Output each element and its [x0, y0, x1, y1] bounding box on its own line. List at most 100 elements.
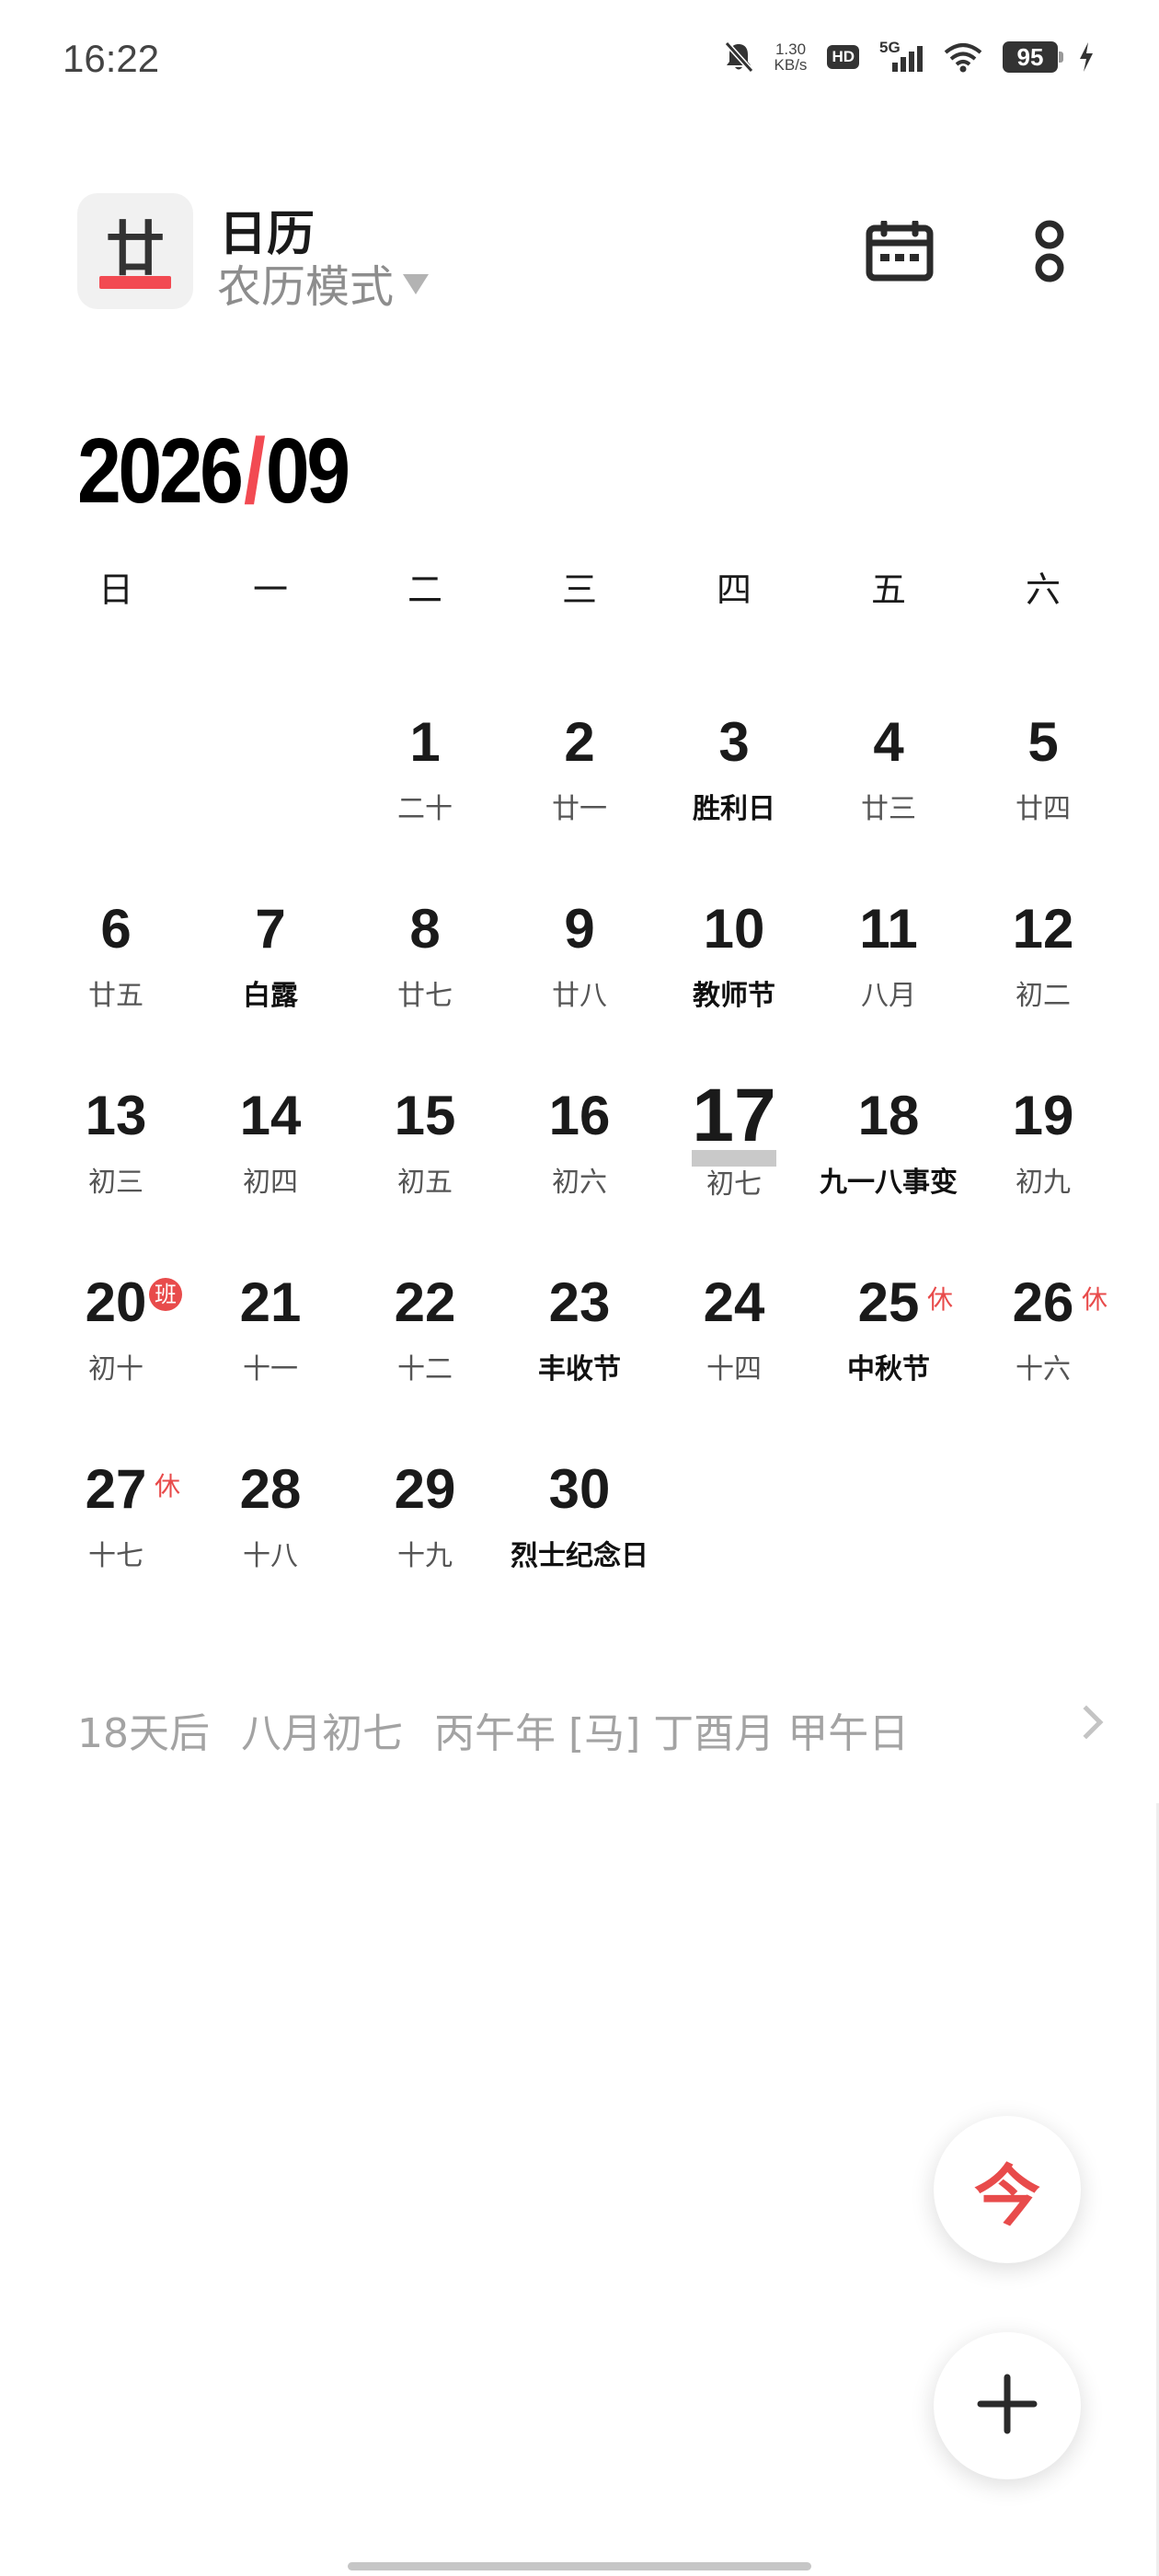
- day-cell[interactable]: 23 丰收节: [502, 1271, 657, 1455]
- festival-label: 烈士纪念日: [511, 1540, 648, 1572]
- holiday-badge: 休: [927, 1284, 954, 1315]
- lunar-date: 初七: [706, 1168, 762, 1201]
- day-number: 9: [564, 898, 595, 960]
- lunar-date: 初四: [243, 1167, 298, 1199]
- lunar-date: 二十: [397, 793, 453, 825]
- day-cell[interactable]: 5 廿四: [966, 710, 1120, 894]
- day-number: 10: [703, 898, 765, 960]
- holiday-badge: 休: [1082, 1284, 1108, 1315]
- lunar-date: 十一: [243, 1353, 298, 1386]
- mode-label: 农历模式: [217, 261, 395, 313]
- day-number: 19: [1012, 1085, 1074, 1146]
- day-cell[interactable]: 7 白露: [193, 897, 348, 1081]
- day-cell[interactable]: 4 廿三: [811, 710, 966, 894]
- weekday-fri: 五: [870, 569, 906, 610]
- today-button[interactable]: 今: [934, 2116, 1081, 2263]
- today-label: 今: [973, 2156, 1040, 2235]
- day-cell[interactable]: 3 胜利日: [657, 710, 811, 894]
- day-cell[interactable]: 30 烈士纪念日: [502, 1457, 657, 1641]
- day-number: 7: [255, 898, 286, 960]
- net-speed: 1.30 KB/s: [775, 41, 808, 73]
- lunar-date: 廿七: [397, 980, 453, 1012]
- more-button[interactable]: [1008, 212, 1091, 294]
- hd-icon: HD: [827, 45, 859, 69]
- net-speed-unit: KB/s: [774, 56, 808, 74]
- weekday-mon: 一: [252, 569, 288, 610]
- lunar-date: 廿八: [552, 980, 607, 1012]
- lunar-date: 十七: [88, 1540, 143, 1572]
- weekday-wed: 三: [561, 569, 597, 610]
- day-cell[interactable]: 19 初九: [966, 1084, 1120, 1268]
- day-cell[interactable]: 2 廿一: [502, 710, 657, 894]
- day-cell[interactable]: 14 初四: [193, 1084, 348, 1268]
- solar-term-label: 白露: [243, 980, 298, 1012]
- wifi-icon: [944, 41, 982, 73]
- day-number: 16: [548, 1085, 611, 1146]
- weekday-sat: 六: [1025, 569, 1061, 610]
- festival-label: 胜利日: [693, 793, 775, 825]
- day-cell[interactable]: 8 廿七: [348, 897, 502, 1081]
- status-time: 16:22: [63, 37, 160, 80]
- day-number: 11: [859, 898, 918, 960]
- month-title[interactable]: 2026/09: [77, 419, 350, 524]
- day-cell[interactable]: 6 廿五: [39, 897, 193, 1081]
- day-cell[interactable]: 20 班 初十: [39, 1271, 193, 1455]
- lunar-date: 十二: [397, 1353, 453, 1386]
- lunar-date-label: 八月初七: [241, 1710, 403, 1757]
- day-cell[interactable]: 13 初三: [39, 1084, 193, 1268]
- day-number: 24: [703, 1271, 765, 1333]
- holiday-badge: 休: [155, 1471, 181, 1501]
- day-cell[interactable]: 15 初五: [348, 1084, 502, 1268]
- day-cell[interactable]: 1 二十: [348, 710, 502, 894]
- day-number: 18: [857, 1085, 920, 1146]
- ganzhi-label: 丙午年 [马] 丁酉月 甲午日: [434, 1710, 910, 1757]
- day-number: 14: [239, 1085, 302, 1146]
- day-cell[interactable]: 10 教师节: [657, 897, 811, 1081]
- day-cell[interactable]: 24 十四: [657, 1271, 811, 1455]
- day-cell[interactable]: 18 九一八事变: [811, 1084, 966, 1268]
- day-cell[interactable]: 9 廿八: [502, 897, 657, 1081]
- status-icons: 1.30 KB/s HD 5G 95: [723, 39, 1095, 74]
- day-number: 4: [873, 711, 904, 773]
- home-indicator[interactable]: [348, 2562, 811, 2570]
- app-logo: 廿: [77, 193, 193, 309]
- selected-day-info[interactable]: 18天后 八月初七 丙午年 [马] 丁酉月 甲午日: [77, 1697, 1104, 1762]
- day-cell-today[interactable]: 17 初七: [657, 1074, 811, 1268]
- day-cell[interactable]: 11 八月: [811, 897, 966, 1081]
- calendar-view-button[interactable]: [858, 212, 941, 294]
- day-cell[interactable]: 26 休 十六: [966, 1271, 1120, 1455]
- day-number: 15: [394, 1085, 456, 1146]
- lunar-date: 廿三: [861, 793, 916, 825]
- day-number: 21: [239, 1271, 302, 1333]
- lunar-date: 初十: [88, 1353, 143, 1386]
- day-number: 17: [692, 1074, 776, 1157]
- day-cell[interactable]: 16 初六: [502, 1084, 657, 1268]
- signal-5g-icon: 5G: [879, 39, 924, 74]
- festival-label: 丰收节: [538, 1353, 621, 1386]
- year-label: 2026: [77, 420, 244, 523]
- logo-glyph: 廿: [106, 216, 165, 284]
- day-number: 5: [1027, 711, 1059, 773]
- plus-icon: [977, 2374, 1038, 2438]
- lunar-date: 廿四: [1016, 793, 1071, 825]
- lunar-date: 廿五: [88, 980, 143, 1012]
- day-cell[interactable]: 28 十八: [193, 1457, 348, 1641]
- day-cell[interactable]: 27 休 十七: [39, 1457, 193, 1641]
- day-number: 3: [718, 711, 750, 773]
- day-number: 6: [100, 898, 132, 960]
- mode-switch[interactable]: 农历模式: [217, 250, 430, 315]
- lunar-date: 初九: [1016, 1167, 1071, 1199]
- add-event-button[interactable]: [934, 2332, 1081, 2479]
- day-cell[interactable]: 12 初二: [966, 897, 1120, 1081]
- day-cell[interactable]: 25 休 中秋节: [811, 1271, 966, 1455]
- bell-muted-icon: [723, 40, 754, 74]
- status-bar: 16:22 1.30 KB/s HD 5G 95: [0, 0, 1159, 124]
- day-number: 30: [548, 1458, 611, 1520]
- day-cell[interactable]: 21 十一: [193, 1271, 348, 1455]
- lunar-date: 十六: [1016, 1353, 1071, 1386]
- day-cell[interactable]: 22 十二: [348, 1271, 502, 1455]
- lunar-date: 十四: [706, 1353, 762, 1386]
- lunar-date: 初三: [88, 1167, 143, 1199]
- day-cell[interactable]: 29 十九: [348, 1457, 502, 1641]
- charging-icon: [1078, 41, 1095, 73]
